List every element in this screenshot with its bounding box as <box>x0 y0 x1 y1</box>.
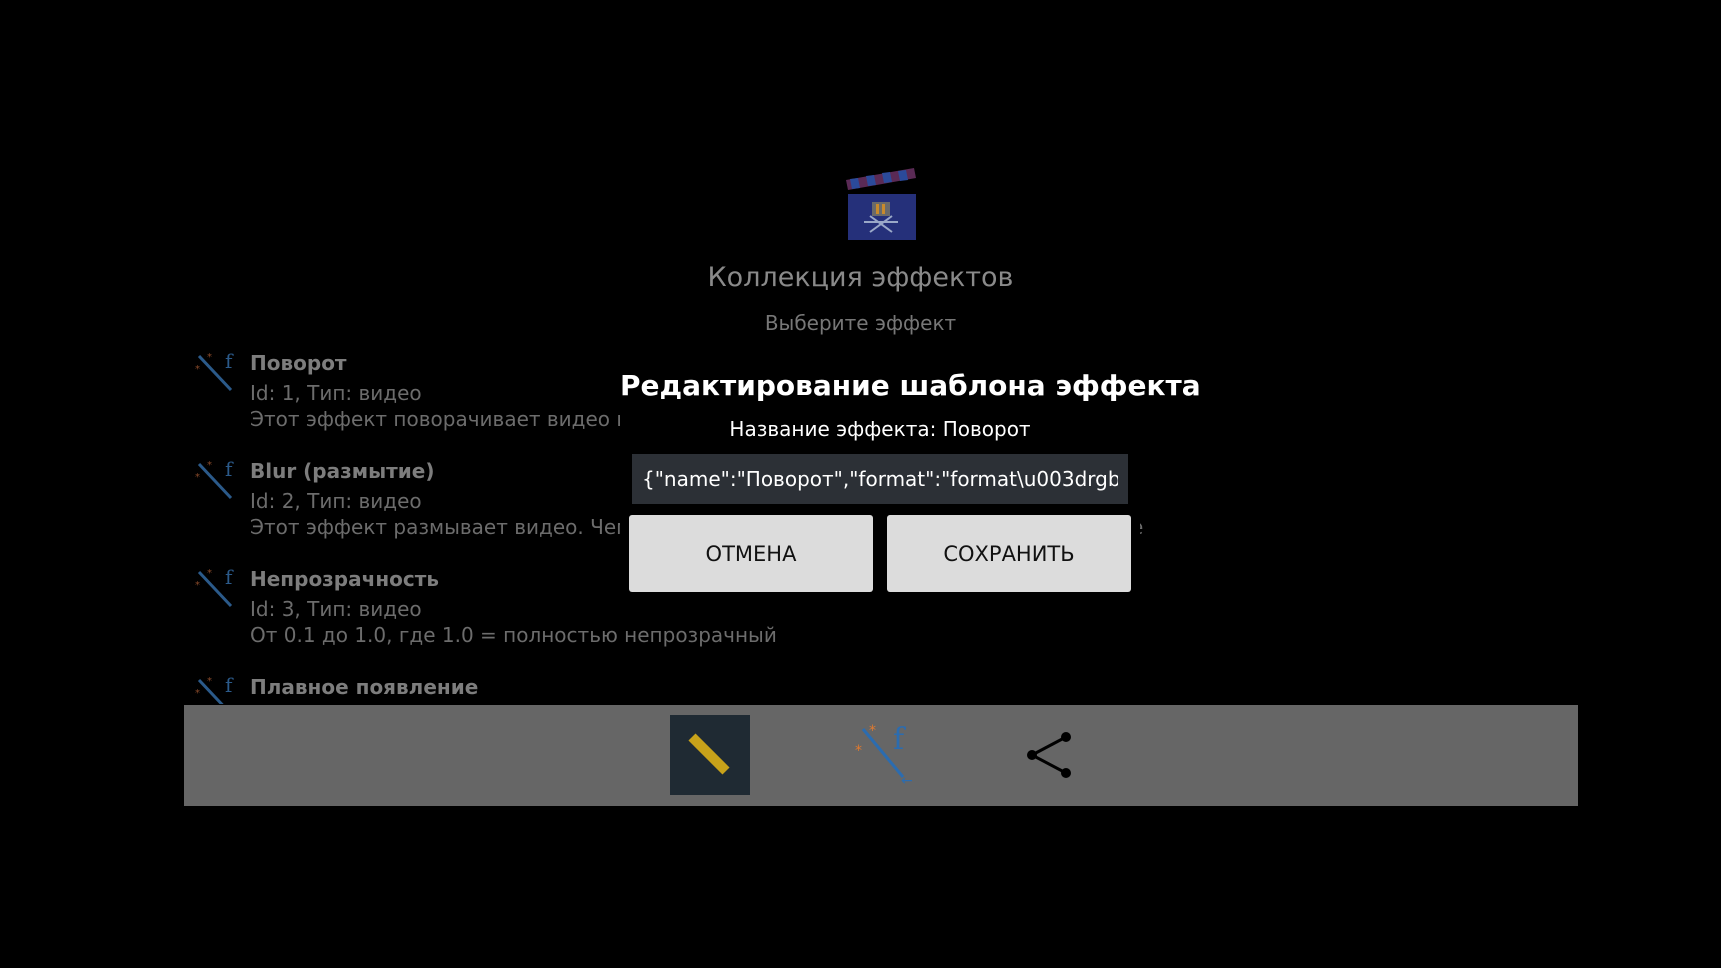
effect-meta: Id: 1, Тип: видео <box>250 381 422 405</box>
effect-description: Этот эффект размывает видео. Чем б <box>250 515 650 539</box>
edit-effect-template-dialog: Редактирование шаблона эффекта Название … <box>620 363 1201 603</box>
save-button[interactable]: СОХРАНИТЬ <box>887 515 1131 592</box>
share-icon <box>1027 732 1071 778</box>
magic-wand-effect-icon: f * * <box>195 566 234 608</box>
app-subtitle: Выберите эффект <box>764 311 957 335</box>
magic-wand-effect-icon: f * * ← <box>855 722 913 789</box>
effect-description: Этот эффект поворачивает видео на <box>250 407 642 431</box>
effect-template-input[interactable] <box>632 454 1128 504</box>
edit-button[interactable] <box>670 715 750 795</box>
svg-text:f: f <box>225 566 234 589</box>
svg-text:*: * <box>855 743 862 759</box>
svg-text:f: f <box>225 674 234 697</box>
pencil-icon <box>688 733 730 775</box>
cancel-button[interactable]: ОТМЕНА <box>629 515 873 592</box>
magic-wand-effect-icon: f * * <box>195 458 234 500</box>
effect-name: Поворот <box>250 351 347 375</box>
magic-wand-effect-icon: f * * <box>195 350 234 392</box>
effects-button[interactable]: f * * ← <box>845 715 925 795</box>
effect-meta: Id: 2, Тип: видео <box>250 489 422 513</box>
effect-description: От 0.1 до 1.0, где 1.0 = полностью непро… <box>250 623 777 647</box>
svg-text:*: * <box>195 580 200 591</box>
effect-name: Плавное появление <box>250 675 479 699</box>
svg-text:*: * <box>207 568 212 579</box>
svg-text:←: ← <box>901 773 913 789</box>
effect-name-label: Название эффекта: Поворот <box>729 417 1031 441</box>
share-button[interactable] <box>1008 715 1088 795</box>
effect-item[interactable]: f * * Плавное появление <box>195 670 1575 704</box>
effect-meta: Id: 3, Тип: видео <box>250 597 422 621</box>
svg-text:f: f <box>225 458 234 481</box>
effect-name: Blur (размытие) <box>250 459 435 483</box>
svg-text:*: * <box>195 688 200 699</box>
clapperboard-logo-icon <box>846 168 916 240</box>
app-title: Коллекция эффектов <box>707 262 1014 293</box>
svg-text:*: * <box>195 364 200 375</box>
magic-wand-effect-icon: f * * <box>195 674 234 704</box>
svg-text:*: * <box>869 723 876 739</box>
svg-text:*: * <box>195 472 200 483</box>
dialog-title: Редактирование шаблона эффекта <box>620 369 1201 402</box>
svg-text:*: * <box>207 460 212 471</box>
svg-text:*: * <box>207 352 212 363</box>
bottom-toolbar: f * * ← <box>184 705 1578 806</box>
svg-text:f: f <box>225 350 234 373</box>
svg-text:f: f <box>893 722 906 757</box>
effect-name: Непрозрачность <box>250 567 439 591</box>
svg-text:*: * <box>207 676 212 687</box>
